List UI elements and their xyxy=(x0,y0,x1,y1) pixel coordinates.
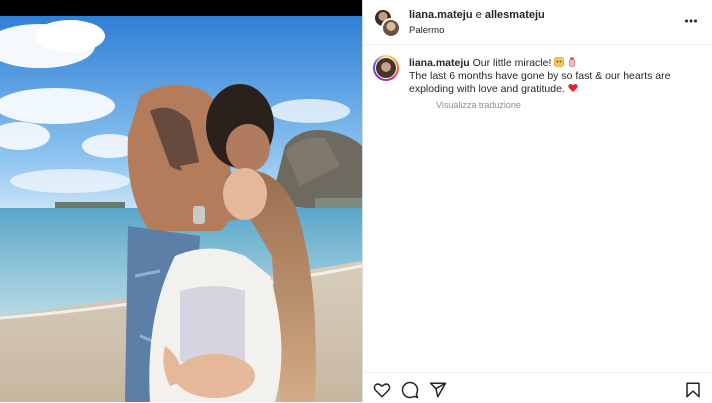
post-authors: liana.mateju e allesmateju xyxy=(409,9,545,21)
post-photo[interactable] xyxy=(0,16,362,402)
post-header: liana.mateju e allesmateju Palermo xyxy=(363,0,712,45)
author-link-secondary[interactable]: allesmateju xyxy=(485,9,545,21)
caption-avatar[interactable] xyxy=(373,55,399,81)
action-bar xyxy=(363,372,712,403)
translate-link[interactable]: Visualizza traduzione xyxy=(436,100,521,110)
caption-text: liana.mateju Our little miracle! The las… xyxy=(409,57,699,96)
more-options-icon[interactable] xyxy=(684,14,698,28)
avatar xyxy=(381,18,401,38)
comment-icon[interactable] xyxy=(401,381,419,399)
caption-username[interactable]: liana.mateju xyxy=(409,57,470,69)
baby-emoji-icon xyxy=(554,57,565,67)
caption-body: The last 6 months have gone by so fast &… xyxy=(409,70,671,95)
beach-kiss-photo xyxy=(0,16,362,402)
author-conjunction: e xyxy=(475,9,482,21)
red-heart-emoji-icon xyxy=(568,83,578,93)
author-link-primary[interactable]: liana.mateju xyxy=(409,9,473,21)
collab-avatars[interactable] xyxy=(373,8,401,38)
share-icon[interactable] xyxy=(429,381,447,399)
location-link[interactable]: Palermo xyxy=(409,25,444,36)
caption-line1: Our little miracle! xyxy=(472,57,552,69)
heart-icon[interactable] xyxy=(373,381,391,399)
post-side-panel: liana.mateju e allesmateju Palermo liana… xyxy=(363,0,712,402)
bookmark-icon[interactable] xyxy=(684,381,702,399)
bottle-emoji-icon xyxy=(567,57,577,67)
photo-top-bar xyxy=(0,0,362,16)
